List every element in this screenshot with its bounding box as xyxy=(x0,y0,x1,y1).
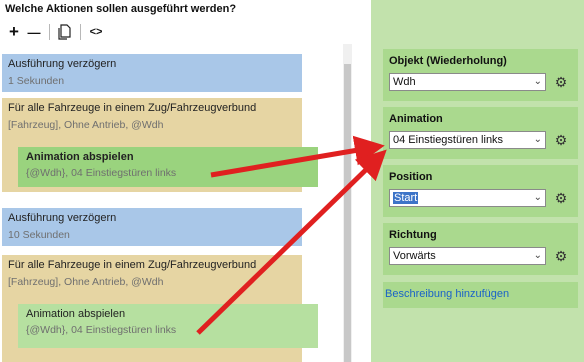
property-object: Objekt (Wiederholung) Wdh ⌄ ⚙ xyxy=(383,49,578,101)
action-title: Für alle Fahrzeuge in einem Zug/Fahrzeug… xyxy=(8,102,257,114)
action-title: Ausführung verzögern xyxy=(8,212,117,224)
action-title: Für alle Fahrzeuge in einem Zug/Fahrzeug… xyxy=(8,259,257,271)
gear-icon[interactable]: ⚙ xyxy=(552,247,570,265)
property-direction: Richtung Vorwärts ⌄ ⚙ xyxy=(383,223,578,275)
gear-icon[interactable]: ⚙ xyxy=(552,131,570,149)
chevron-down-icon: ⌄ xyxy=(533,192,542,203)
object-select[interactable]: Wdh ⌄ xyxy=(389,73,546,91)
position-select[interactable]: Start ⌄ xyxy=(389,189,546,207)
select-value: Wdh xyxy=(393,76,416,88)
action-subtitle: [Fahrzeug], Ohne Antrieb, @Wdh xyxy=(8,276,164,288)
gear-icon[interactable]: ⚙ xyxy=(552,189,570,207)
code-view-button[interactable]: <> xyxy=(86,22,106,42)
property-animation: Animation 04 Einstiegstüren links ⌄ ⚙ xyxy=(383,107,578,159)
toolbar-separator xyxy=(80,24,81,40)
action-subtitle: {@Wdh}, 04 Einstiegstüren links xyxy=(26,324,177,336)
select-value: 04 Einstiegstüren links xyxy=(393,134,504,146)
animation-select[interactable]: 04 Einstiegstüren links ⌄ xyxy=(389,131,546,149)
action-item-animation-selected[interactable]: Animation abspielen {@Wdh}, 04 Einstiegs… xyxy=(18,147,318,187)
list-scrollbar[interactable] xyxy=(343,44,352,362)
action-subtitle: 10 Sekunden xyxy=(8,229,70,241)
toolbar: + — <> xyxy=(4,20,106,44)
action-title: Ausführung verzögern xyxy=(8,58,117,70)
property-label: Richtung xyxy=(389,229,437,241)
chevron-down-icon: ⌄ xyxy=(533,134,542,145)
select-value: Start xyxy=(393,192,419,204)
property-label: Animation xyxy=(389,113,443,125)
remove-button[interactable]: — xyxy=(24,22,44,42)
action-title: Animation abspielen xyxy=(26,151,134,163)
direction-select[interactable]: Vorwärts ⌄ xyxy=(389,247,546,265)
action-subtitle: [Fahrzeug], Ohne Antrieb, @Wdh xyxy=(8,119,164,131)
action-item-delay[interactable]: Ausführung verzögern 10 Sekunden xyxy=(2,208,302,246)
chevron-down-icon: ⌄ xyxy=(533,250,542,261)
action-item-animation[interactable]: Animation abspielen {@Wdh}, 04 Einstiegs… xyxy=(18,304,318,348)
property-label: Objekt (Wiederholung) xyxy=(389,55,507,67)
action-item-delay[interactable]: Ausführung verzögern 1 Sekunden xyxy=(2,54,302,92)
action-list: Ausführung verzögern 1 Sekunden Für alle… xyxy=(0,46,340,362)
properties-panel: Objekt (Wiederholung) Wdh ⌄ ⚙ Animation … xyxy=(371,0,584,362)
copy-button[interactable] xyxy=(55,22,75,42)
toolbar-separator xyxy=(49,24,50,40)
property-position: Position Start ⌄ ⚙ xyxy=(383,165,578,217)
add-description-link[interactable]: Beschreibung hinzufügen xyxy=(383,282,578,308)
property-label: Position xyxy=(389,171,433,183)
gear-icon[interactable]: ⚙ xyxy=(552,73,570,91)
chevron-down-icon: ⌄ xyxy=(533,76,542,87)
select-value: Vorwärts xyxy=(393,250,436,262)
copy-icon xyxy=(58,24,71,40)
action-subtitle: {@Wdh}, 04 Einstiegstüren links xyxy=(26,167,177,179)
scrollbar-thumb[interactable] xyxy=(344,64,351,362)
action-title: Animation abspielen xyxy=(26,308,126,320)
action-subtitle: 1 Sekunden xyxy=(8,75,65,87)
page-title: Welche Aktionen sollen ausgeführt werden… xyxy=(5,3,237,15)
add-button[interactable]: + xyxy=(4,22,24,42)
